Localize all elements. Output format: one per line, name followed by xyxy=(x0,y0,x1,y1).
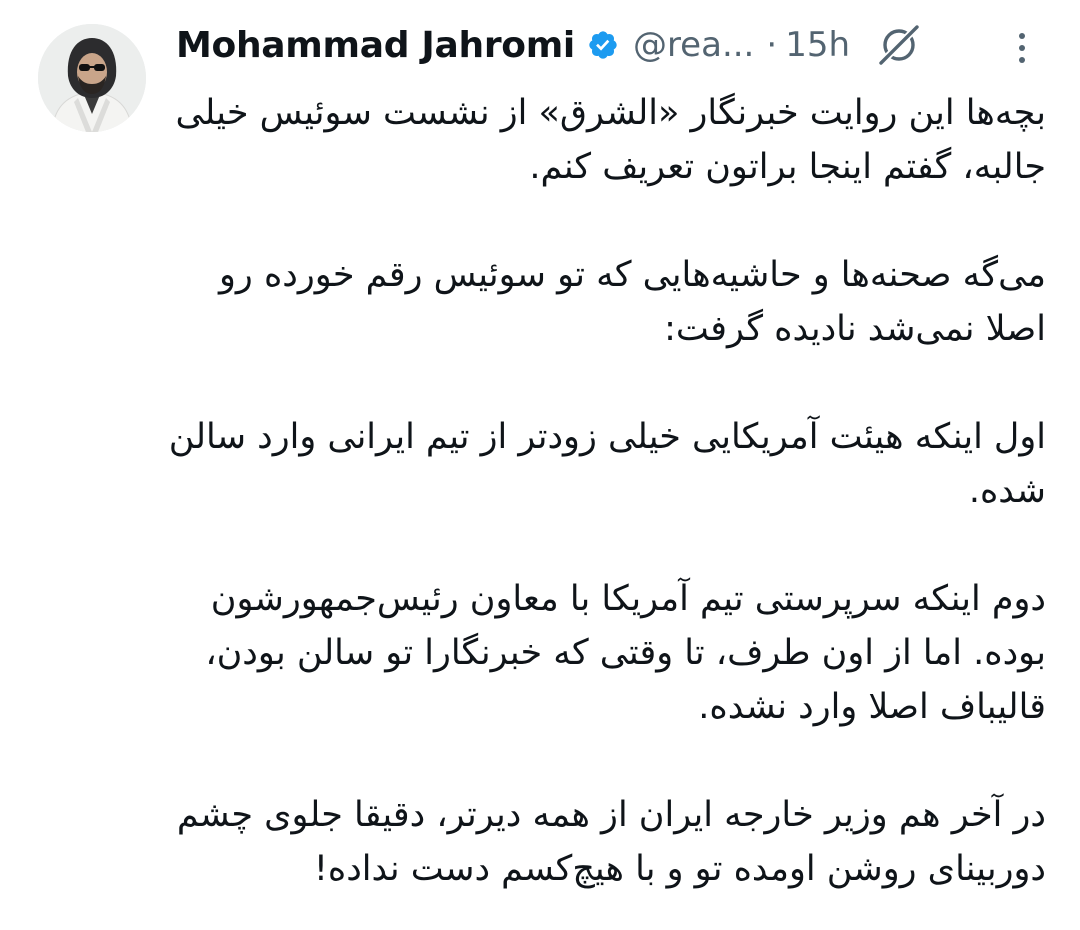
author-handle[interactable]: @rea... xyxy=(633,25,754,65)
tweet-header: Mohammad Jahromi @rea... · 15h xyxy=(176,16,1036,74)
tweet-paragraph: در آخر هم وزیر خارجه ایران از همه دیرتر،… xyxy=(176,795,1046,889)
avatar-image xyxy=(38,24,146,132)
more-options-icon[interactable] xyxy=(1012,28,1032,68)
author-display-name[interactable]: Mohammad Jahromi xyxy=(176,25,575,66)
tweet-timestamp[interactable]: 15h xyxy=(785,25,850,65)
verified-badge-icon[interactable] xyxy=(587,29,619,61)
tweet[interactable]: Mohammad Jahromi @rea... · 15h بچه‌ها ای… xyxy=(0,0,1080,930)
grok-icon[interactable] xyxy=(876,22,922,68)
tweet-text: بچه‌ها این روایت خبرنگار «الشرق» از نشست… xyxy=(166,86,1046,896)
tweet-paragraph: می‌گه صحنه‌ها و حاشیه‌هایی که تو سوئیس ر… xyxy=(219,255,1046,349)
avatar[interactable] xyxy=(38,24,146,132)
tweet-paragraph: اول اینکه هیئت آمریکایی خیلی زودتر از تی… xyxy=(168,417,1046,511)
meta-separator: · xyxy=(766,25,778,65)
tweet-paragraph: بچه‌ها این روایت خبرنگار «الشرق» از نشست… xyxy=(175,93,1047,187)
tweet-paragraph: دوم اینکه سرپرستی تیم آمریکا با معاون رئ… xyxy=(205,579,1046,727)
